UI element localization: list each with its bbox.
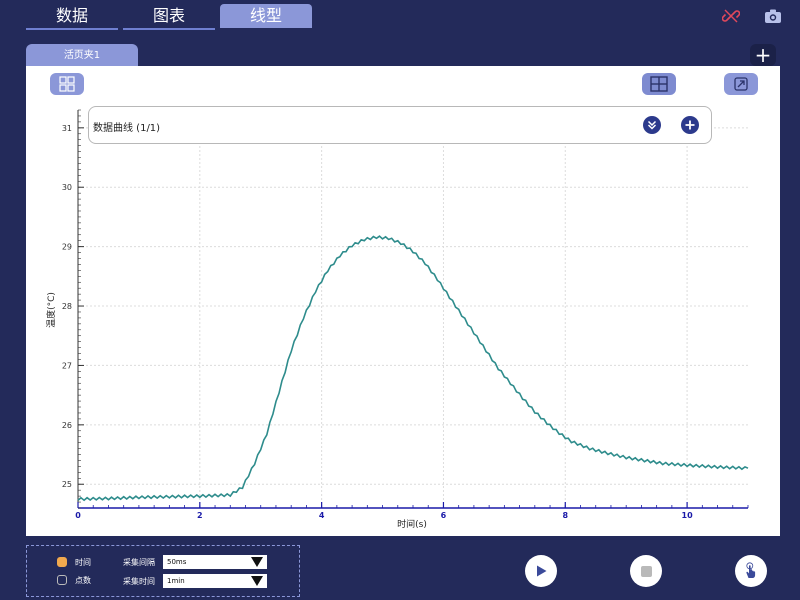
x-tick-label: 8 (562, 511, 568, 520)
y-tick-label: 31 (62, 124, 72, 133)
x-axis-label: 时间(s) (397, 518, 427, 530)
stop-button[interactable] (630, 555, 662, 587)
x-tick-label: 0 (75, 511, 81, 520)
play-icon (537, 565, 547, 577)
points-mode-label: 点数 (75, 576, 91, 585)
y-tick-label: 28 (62, 302, 72, 311)
interval-label: 采集间隔 (123, 558, 155, 567)
x-tick-label: 6 (441, 511, 447, 520)
y-tick-label: 27 (62, 361, 72, 370)
time-mode-checkbox[interactable] (57, 557, 67, 567)
duration-value: 1min (167, 577, 185, 585)
hand-pointer-icon (746, 562, 756, 578)
y-axis-label: 温度(°C) (45, 292, 57, 328)
x-tick-label: 10 (682, 511, 694, 520)
collapse-button[interactable] (643, 116, 661, 134)
series-line (77, 235, 749, 502)
interval-select[interactable]: 50ms (163, 555, 267, 569)
x-tick-label: 2 (197, 511, 203, 520)
points-mode-checkbox[interactable] (57, 575, 67, 585)
stop-icon (640, 565, 652, 577)
y-tick-label: 30 (62, 183, 72, 192)
acquisition-settings: 时间 点数 采集间隔 50ms 采集时间 1min (26, 545, 300, 597)
add-series-button[interactable] (681, 116, 699, 134)
plus-icon (685, 120, 695, 130)
dropdown-arrow-icon (251, 576, 263, 586)
x-tick-label: 4 (319, 511, 325, 520)
play-button[interactable] (525, 555, 557, 587)
time-mode-label: 时间 (75, 558, 91, 567)
duration-label: 采集时间 (123, 577, 155, 586)
y-tick-label: 25 (62, 480, 72, 489)
touch-button[interactable] (735, 555, 767, 587)
series-legend: 数据曲线 (1/1) (88, 106, 712, 144)
interval-value: 50ms (167, 558, 187, 566)
double-chevron-down-icon (647, 120, 657, 130)
y-tick-label: 29 (62, 243, 72, 252)
y-tick-label: 26 (62, 421, 72, 430)
legend-title: 数据曲线 (1/1) (93, 123, 161, 134)
line-chart: 0 2 4 6 8 10 25 26 27 28 29 30 31 时间(s) 温度(°C) (45, 109, 749, 530)
dropdown-arrow-icon (251, 557, 263, 567)
duration-select[interactable]: 1min (163, 574, 267, 588)
